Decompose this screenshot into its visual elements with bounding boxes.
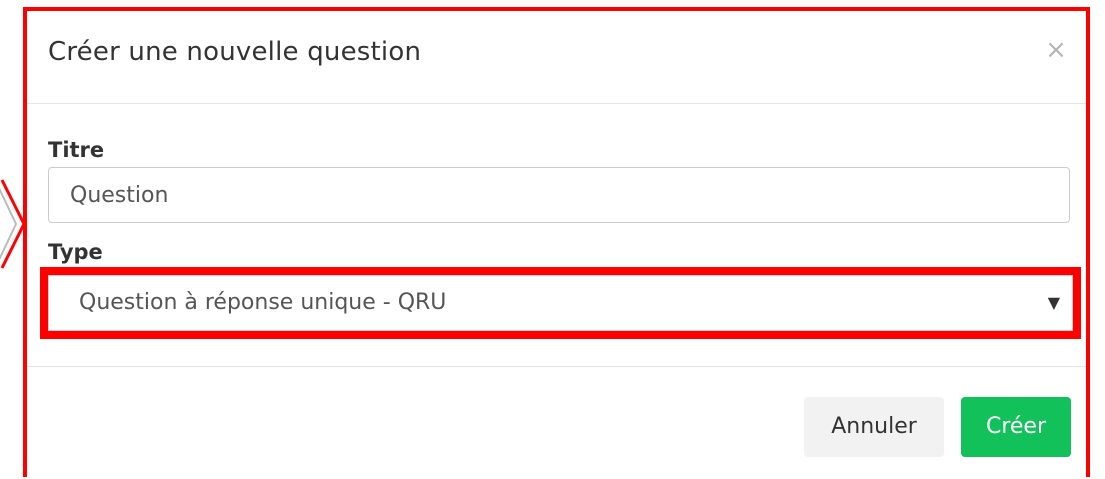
- dialog-header: Créer une nouvelle question ×: [27, 11, 1086, 104]
- screen: Créer une nouvelle question × Titre Type…: [0, 0, 1105, 479]
- type-field-label: Type: [48, 240, 103, 264]
- close-icon[interactable]: ×: [1044, 37, 1068, 65]
- title-field-label: Titre: [48, 138, 105, 162]
- type-select[interactable]: Question à réponse unique - QRU ▼: [48, 275, 1073, 331]
- type-select-value: Question à réponse unique - QRU: [79, 290, 447, 315]
- cancel-button[interactable]: Annuler: [804, 397, 944, 457]
- title-input[interactable]: [48, 167, 1070, 223]
- dialog-title: Créer une nouvelle question: [48, 37, 422, 67]
- create-question-dialog: Créer une nouvelle question × Titre Type…: [23, 7, 1090, 477]
- chevron-down-icon: ▼: [1047, 293, 1060, 312]
- dialog-body: Titre Type Question à réponse unique - Q…: [27, 104, 1086, 367]
- dialog-footer: Annuler Créer: [27, 367, 1086, 477]
- create-button[interactable]: Créer: [961, 397, 1071, 457]
